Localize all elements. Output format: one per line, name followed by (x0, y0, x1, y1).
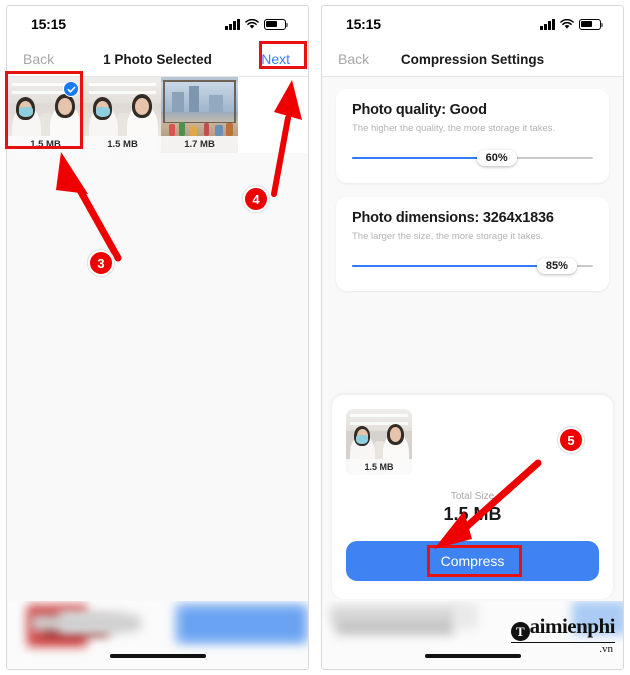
photo-quality-title: Photo quality: Good (352, 102, 487, 118)
home-indicator (424, 654, 521, 658)
blurred-grey-block (336, 619, 454, 635)
battery-icon (579, 18, 604, 30)
total-size-value: 1.5 MB (443, 504, 502, 524)
compress-button[interactable]: Compress (346, 541, 599, 581)
wifi-icon (245, 18, 259, 30)
summary-photo-size-label: 1.5 MB (346, 459, 412, 475)
blurred-grey-block (31, 615, 141, 631)
photo-dimensions-slider[interactable]: 85% (352, 257, 593, 275)
slider-fill (352, 156, 497, 160)
photo-quality-subtitle: The higher the quality, the more storage… (352, 123, 556, 134)
status-bar-right: 15:15 (322, 6, 623, 42)
blurred-bottom-bar-left (7, 601, 308, 669)
photo-dimensions-card: Photo dimensions: 3264x1836 The larger t… (336, 197, 609, 291)
photo-dimensions-subtitle: The larger the size, the more storage it… (352, 231, 544, 242)
slider-knob-value[interactable]: 85% (536, 258, 577, 274)
cellular-bars-icon (540, 18, 555, 30)
summary-photo-thumbnail[interactable]: 1.5 MB (346, 409, 412, 475)
photo-quality-slider[interactable]: 60% (352, 149, 593, 167)
compression-summary-card: 1.5 MB Total Size 1.5 MB Compress (332, 395, 613, 599)
blurred-blue-halo (173, 603, 308, 645)
phone-screen-left: 15:15 Back 1 Photo Selected Next 1.5 MB … (6, 5, 309, 670)
photo-selected-check-icon (63, 81, 79, 97)
compression-settings-list: Photo quality: Good The higher the quali… (322, 77, 623, 291)
taimienphi-watermark: Taimienphi .vn (510, 614, 616, 655)
photo-size-label: 1.7 MB (161, 136, 238, 153)
photo-size-label: 1.5 MB (7, 136, 84, 153)
photo-thumbnail-1[interactable]: 1.5 MB (7, 77, 84, 153)
watermark-initial-icon: T (510, 622, 530, 641)
back-button[interactable]: Back (338, 51, 369, 67)
step-badge-5: 5 (558, 427, 584, 453)
status-bar-left: 15:15 (7, 6, 308, 42)
status-icons (540, 18, 604, 30)
slider-knob-value[interactable]: 60% (476, 150, 517, 166)
photo-grid: 1.5 MB 1.5 MB 1.7 MB (7, 77, 308, 153)
photo-quality-card: Photo quality: Good The higher the quali… (336, 89, 609, 183)
photo-thumbnail-2[interactable]: 1.5 MB (84, 77, 161, 153)
wifi-icon (560, 18, 574, 30)
step-badge-4: 4 (243, 186, 269, 212)
battery-icon (264, 18, 289, 30)
next-button[interactable]: Next (261, 51, 290, 67)
photo-thumbnail-3[interactable]: 1.7 MB (161, 77, 238, 153)
total-size-label: Total Size (450, 491, 495, 502)
watermark-text: Taimienphi (510, 614, 616, 643)
nav-bar-left: Back 1 Photo Selected Next (7, 42, 308, 77)
status-time: 15:15 (31, 16, 66, 32)
status-time: 15:15 (346, 16, 381, 32)
watermark-tld: .vn (599, 643, 613, 655)
blurred-grey-block (454, 603, 478, 629)
watermark-name: aimienphi (529, 614, 616, 638)
photo-size-label: 1.5 MB (84, 136, 161, 153)
phone-screen-right: 15:15 Back Compression Settings Photo qu… (321, 5, 624, 670)
step-badge-3: 3 (88, 250, 114, 276)
nav-bar-right: Back Compression Settings (322, 42, 623, 77)
home-indicator (109, 654, 206, 658)
photo-dimensions-title: Photo dimensions: 3264x1836 (352, 210, 554, 226)
slider-fill (352, 264, 557, 268)
status-icons (225, 18, 289, 30)
cellular-bars-icon (225, 18, 240, 30)
back-button[interactable]: Back (23, 51, 54, 67)
